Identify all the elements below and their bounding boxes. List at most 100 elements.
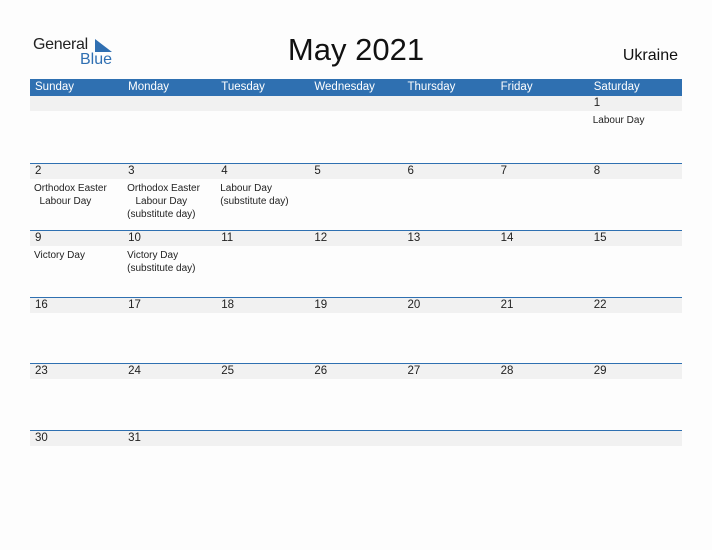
day-number: 4 <box>216 164 310 179</box>
day-cell <box>402 96 496 127</box>
day-number <box>402 96 496 111</box>
day-number: 12 <box>309 231 403 246</box>
day-cell: 3 Orthodox Easter Labour Day (substitute … <box>123 164 217 221</box>
holiday-label: Victory Day <box>34 250 85 261</box>
holiday-label <box>30 446 123 449</box>
day-number: 13 <box>402 231 496 246</box>
day-number <box>495 96 589 111</box>
day-cell <box>216 431 310 449</box>
calendar-title: May 2021 <box>287 32 425 67</box>
day-cell: 2 Orthodox Easter Labour Day <box>30 164 124 221</box>
day-cell: 22 <box>588 298 682 316</box>
day-number: 31 <box>123 431 217 446</box>
day-number <box>402 431 496 446</box>
day-cell: 8 <box>588 164 682 221</box>
holiday-label <box>496 313 589 316</box>
day-cell <box>309 431 403 449</box>
day-number: 21 <box>495 298 589 313</box>
holiday-label <box>216 246 309 249</box>
holiday-label <box>309 246 402 249</box>
weekday-sunday: Sunday <box>35 81 75 93</box>
holiday-label <box>216 111 309 114</box>
day-cell: 11 <box>216 231 310 275</box>
week-row: 16 17 18 19 20 21 22 <box>30 297 682 316</box>
day-cell: 28 <box>495 364 589 382</box>
country-label: Ukraine <box>622 47 678 64</box>
day-cell: 12 <box>309 231 403 275</box>
holiday-label <box>30 379 123 382</box>
day-cell: 21 <box>495 298 589 316</box>
day-cell: 16 <box>30 298 124 316</box>
day-cell <box>402 431 496 449</box>
holiday-label <box>589 446 682 449</box>
day-number <box>588 431 682 446</box>
day-number: 15 <box>588 231 682 246</box>
holiday-label <box>403 111 496 114</box>
day-cell: 24 <box>123 364 217 382</box>
holiday-label: Labour Day <box>592 115 645 126</box>
day-cell: 23 <box>30 364 124 382</box>
day-cell: 19 <box>309 298 403 316</box>
day-cell: 26 <box>309 364 403 382</box>
day-cell: 4 Labour Day (substitute day) <box>216 164 310 221</box>
holiday-label <box>496 379 589 382</box>
holiday-label <box>496 179 589 182</box>
holiday-label <box>496 446 589 449</box>
holiday-label <box>30 111 123 114</box>
holiday-label <box>309 179 402 182</box>
day-number <box>123 96 217 111</box>
day-cell: 20 <box>402 298 496 316</box>
day-number: 25 <box>216 364 310 379</box>
day-number: 17 <box>123 298 217 313</box>
day-number: 9 <box>30 231 124 246</box>
holiday-label <box>309 379 402 382</box>
day-number: 11 <box>216 231 310 246</box>
weekday-friday: Friday <box>500 81 533 93</box>
weekday-monday: Monday <box>128 81 170 93</box>
day-number: 19 <box>309 298 403 313</box>
day-cell <box>495 96 589 127</box>
holiday-label <box>403 379 496 382</box>
holiday-label <box>123 111 216 114</box>
week-row: 23 24 25 26 27 28 29 <box>30 363 682 382</box>
holiday-label: Orthodox Easter Labour Day <box>34 183 107 207</box>
day-cell <box>495 431 589 449</box>
day-cell: 15 <box>588 231 682 275</box>
day-cell: 13 <box>402 231 496 275</box>
holiday-label <box>123 446 216 449</box>
holiday-label <box>403 446 496 449</box>
holiday-label <box>123 379 216 382</box>
day-cell: 17 <box>123 298 217 316</box>
day-cell: 5 <box>309 164 403 221</box>
day-cell <box>30 96 124 127</box>
week-row: 9 Victory Day 10 Victory Day (substitute da… <box>30 230 682 275</box>
week-row: 30 31 <box>30 430 682 449</box>
day-cell: 31 <box>123 431 217 449</box>
holiday-label <box>309 111 402 114</box>
day-cell <box>123 96 217 127</box>
day-number <box>309 431 403 446</box>
day-number: 2 <box>30 164 124 179</box>
day-cell <box>588 431 682 449</box>
week-row: 1 Labour Day <box>30 96 682 127</box>
day-cell: 25 <box>216 364 310 382</box>
day-number <box>216 96 310 111</box>
day-number: 18 <box>216 298 310 313</box>
holiday-label <box>216 379 309 382</box>
day-cell <box>309 96 403 127</box>
day-cell: 6 <box>402 164 496 221</box>
day-number <box>216 431 310 446</box>
holiday-label: Victory Day (substitute day) <box>127 250 196 274</box>
day-number: 3 <box>123 164 217 179</box>
day-number: 14 <box>495 231 589 246</box>
holiday-label <box>496 111 589 114</box>
day-number <box>309 96 403 111</box>
day-number: 27 <box>402 364 496 379</box>
holiday-label <box>589 379 682 382</box>
day-number <box>495 431 589 446</box>
holiday-label <box>309 446 402 449</box>
day-cell: 7 <box>495 164 589 221</box>
day-cell: 27 <box>402 364 496 382</box>
holiday-label: Labour Day (substitute day) <box>220 183 289 207</box>
day-number: 26 <box>309 364 403 379</box>
